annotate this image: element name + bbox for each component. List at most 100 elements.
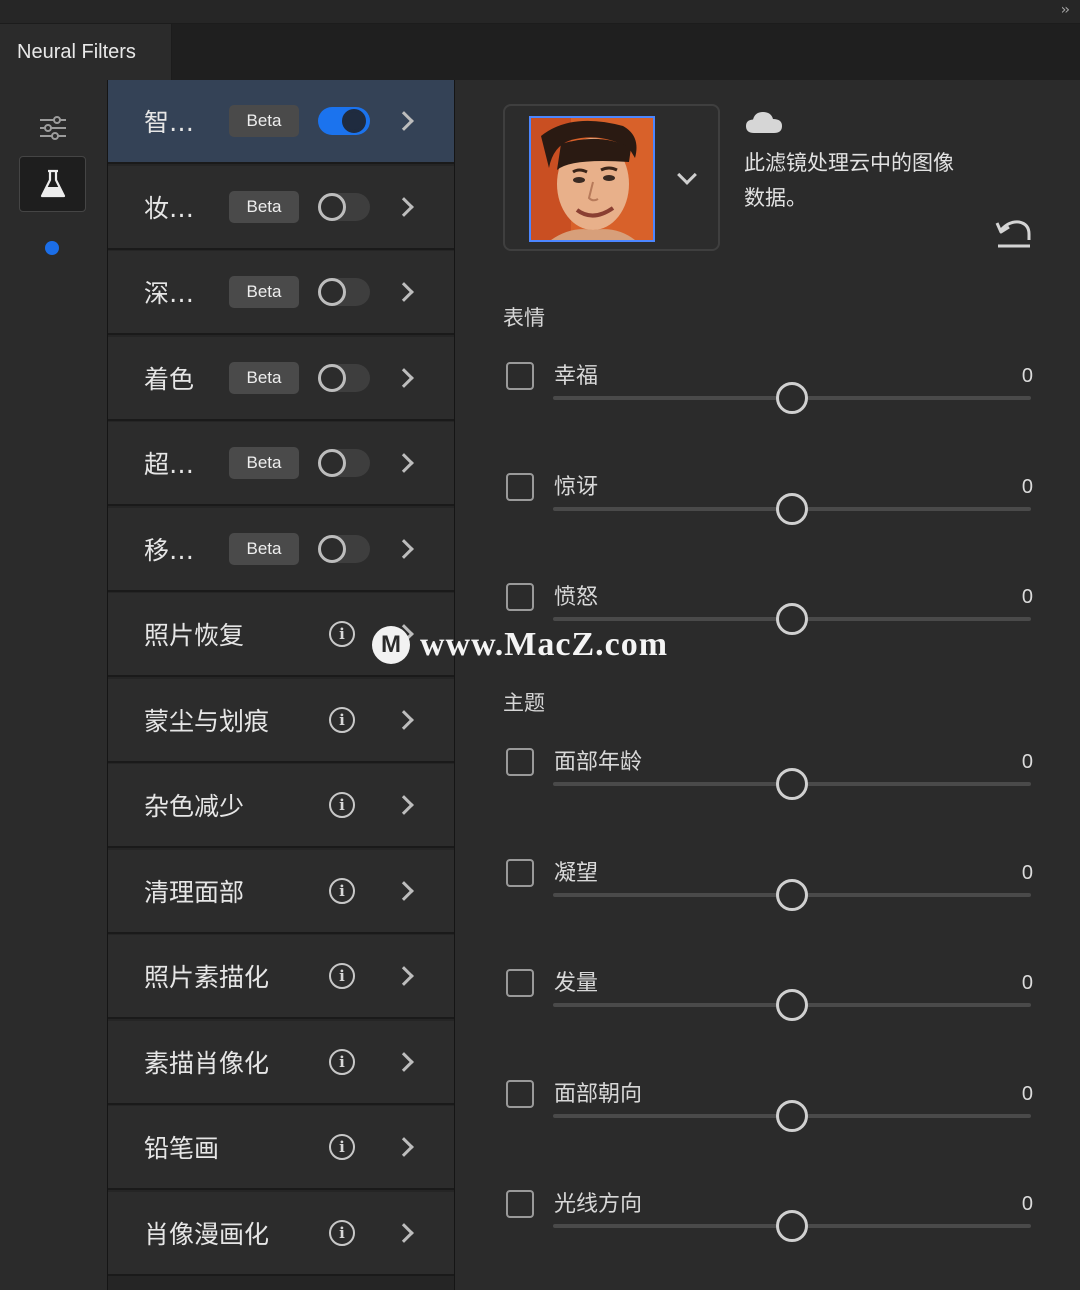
cloud-icon — [746, 112, 782, 133]
filter-row[interactable]: 清理面部 i — [108, 849, 454, 934]
slider-thumb[interactable] — [776, 878, 808, 911]
section-title: 主题 — [503, 691, 545, 715]
beta-badge: Beta — [229, 361, 299, 394]
filter-row[interactable]: 照片恢复 i — [108, 593, 454, 677]
adjustment-slider: 光线方向 0 — [503, 1190, 1033, 1290]
chevron-right-icon[interactable] — [394, 966, 414, 986]
chevron-right-icon[interactable] — [394, 709, 414, 730]
filter-row[interactable]: 着色 Beta — [108, 336, 454, 421]
filter-settings-panel: 此滤镜处理云中的图像数据。 表情 幸福 0 惊讶 0 愤怒 0 主题 面部年龄 0 凝望 0 发量 0 面部… — [456, 80, 1080, 1290]
flask-icon — [40, 169, 65, 198]
slider-enable-checkbox[interactable] — [506, 969, 534, 997]
info-icon[interactable]: i — [329, 706, 355, 733]
slider-value: 0 — [1021, 861, 1033, 884]
slider-value: 0 — [1021, 972, 1033, 994]
chevron-right-icon[interactable] — [394, 538, 414, 559]
filter-row[interactable]: 素描肖像化 i — [108, 1020, 454, 1105]
info-icon[interactable]: i — [329, 1134, 355, 1160]
filter-label: 深… — [144, 279, 195, 308]
chevron-right-icon[interactable] — [394, 282, 414, 302]
info-icon[interactable]: i — [329, 963, 355, 989]
chevron-right-icon[interactable] — [394, 367, 414, 388]
filter-row[interactable]: 深… Beta — [108, 251, 454, 335]
filter-toggle[interactable] — [318, 534, 370, 563]
slider-thumb[interactable] — [776, 492, 808, 525]
beta-badge: Beta — [229, 532, 299, 565]
sliders-icon — [39, 116, 66, 140]
info-icon[interactable]: i — [329, 1048, 355, 1075]
filter-label: 清理面部 — [144, 877, 245, 907]
section-title: 表情 — [503, 306, 545, 330]
filter-label: 铅笔画 — [144, 1134, 220, 1163]
filter-row[interactable]: 肖像漫画化 i — [108, 1191, 454, 1276]
filter-row[interactable]: 妆… Beta — [108, 165, 454, 250]
slider-thumb[interactable] — [776, 1210, 808, 1242]
info-icon[interactable]: i — [329, 1219, 355, 1246]
slider-enable-checkbox[interactable] — [506, 1190, 534, 1218]
slider-enable-checkbox[interactable] — [506, 472, 534, 501]
rail-button-beta-filters[interactable] — [19, 156, 86, 212]
preview-selector[interactable] — [503, 104, 720, 251]
slider-thumb[interactable] — [776, 989, 808, 1021]
chevron-right-icon[interactable] — [394, 1137, 414, 1157]
filter-toggle[interactable] — [318, 107, 370, 135]
slider-thumb[interactable] — [776, 603, 808, 635]
slider-enable-checkbox[interactable] — [506, 748, 534, 776]
info-icon[interactable]: i — [329, 792, 355, 818]
toggle-knob — [342, 109, 366, 133]
chevron-right-icon[interactable] — [394, 624, 414, 644]
slider-enable-checkbox[interactable] — [506, 362, 534, 390]
toggle-knob — [318, 363, 346, 392]
slider-enable-checkbox[interactable] — [506, 858, 534, 887]
tool-rail — [0, 80, 107, 1290]
wait-list-indicator-dot — [45, 241, 59, 255]
filter-label: 移… — [144, 535, 195, 565]
filter-label: 杂色减少 — [144, 792, 245, 821]
filter-toggle[interactable] — [318, 363, 370, 392]
slider-label: 面部年龄 — [554, 750, 643, 775]
filter-label: 蒙尘与划痕 — [144, 706, 270, 736]
reset-icon[interactable] — [995, 218, 1033, 250]
slider-label: 幸福 — [554, 364, 599, 389]
slider-enable-checkbox[interactable] — [506, 1079, 534, 1108]
filter-label: 妆… — [144, 193, 195, 223]
filter-list: 智… Beta 妆… Beta 深… Beta 着色 Beta 超… Beta 移… Beta 照片恢复… — [107, 80, 455, 1290]
filter-toggle[interactable] — [318, 278, 370, 306]
filter-toggle[interactable] — [318, 449, 370, 477]
slider-value: 0 — [1021, 1082, 1033, 1105]
slider-enable-checkbox[interactable] — [506, 583, 534, 611]
filter-label: 照片恢复 — [144, 621, 245, 650]
filter-row[interactable]: 铅笔画 i — [108, 1106, 454, 1190]
rail-button-sliders[interactable] — [19, 100, 86, 156]
adjustment-slider: 凝望 0 — [503, 858, 1033, 959]
beta-badge: Beta — [229, 190, 299, 223]
chevron-right-icon[interactable] — [394, 1051, 414, 1072]
chevron-right-icon[interactable] — [394, 111, 414, 131]
filter-row[interactable]: 智… Beta — [108, 80, 454, 164]
filter-row[interactable]: 杂色减少 i — [108, 764, 454, 848]
chevron-right-icon[interactable] — [394, 453, 414, 473]
slider-thumb[interactable] — [776, 382, 808, 414]
filter-row[interactable]: 蒙尘与划痕 i — [108, 678, 454, 763]
chevron-right-icon[interactable] — [394, 196, 414, 217]
chevron-right-icon[interactable] — [394, 1222, 414, 1243]
slider-thumb[interactable] — [776, 768, 808, 800]
slider-label: 发量 — [554, 971, 599, 996]
filter-row[interactable]: 移… Beta — [108, 507, 454, 592]
collapse-panel-icon[interactable]: ›› — [1061, 2, 1070, 18]
info-icon[interactable]: i — [329, 877, 355, 904]
filter-label: 照片素描化 — [144, 963, 270, 992]
info-icon[interactable]: i — [329, 621, 355, 647]
filter-label: 素描肖像化 — [144, 1048, 270, 1078]
filter-row[interactable]: 超… Beta — [108, 422, 454, 506]
slider-value: 0 — [1021, 475, 1033, 498]
filter-row[interactable]: 照片素描化 i — [108, 935, 454, 1019]
panel-top-bar: ›› — [0, 0, 1080, 24]
filter-toggle[interactable] — [318, 192, 370, 221]
slider-thumb[interactable] — [776, 1099, 808, 1132]
tab-neural-filters[interactable]: Neural Filters — [0, 24, 172, 80]
chevron-right-icon[interactable] — [394, 795, 414, 815]
toggle-knob — [318, 278, 346, 306]
slider-value: 0 — [1021, 751, 1033, 773]
chevron-right-icon[interactable] — [394, 880, 414, 901]
